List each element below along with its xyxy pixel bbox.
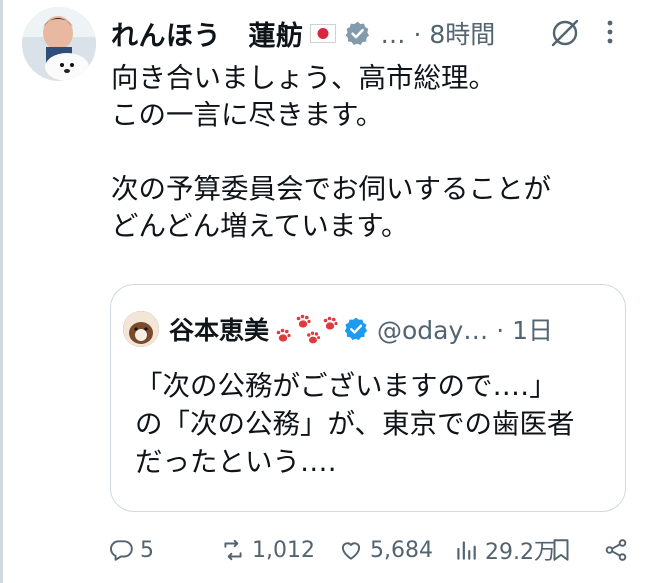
more-icon[interactable]: [598, 14, 622, 50]
like-count: 5,684: [370, 537, 433, 563]
views-button[interactable]: 29.2万: [453, 533, 556, 567]
quoted-post-header: 谷本恵美 @oday… · 1日: [123, 311, 553, 347]
avatar[interactable]: [22, 7, 96, 81]
like-button[interactable]: 5,684: [338, 533, 433, 567]
post-text-line: この一言に尽きます。: [111, 99, 384, 131]
action-bar: 5 1,012 5,684 29.2万: [108, 533, 633, 567]
share-button[interactable]: [603, 533, 629, 567]
thread-line: [0, 0, 3, 583]
quoted-author-name[interactable]: 谷本恵美: [169, 311, 269, 347]
quoted-text-line: の「次の公務」が、東京での歯医者: [135, 408, 575, 440]
post-header: れんほう 蓮舫 … · 8時間: [111, 12, 495, 54]
post-meta[interactable]: … · 8時間: [381, 15, 496, 51]
views-count: 29.2万: [485, 540, 556, 565]
repost-icon: [224, 539, 242, 561]
post-text-gap: [111, 134, 631, 171]
reply-button[interactable]: 5: [108, 533, 154, 567]
repost-button[interactable]: 1,012: [220, 533, 315, 567]
post-text: 向き合いましょう、高市総理。 この一言に尽きます。 次の予算委員会でお伺いするこ…: [111, 60, 631, 245]
author-name[interactable]: れんほう 蓮舫: [111, 14, 304, 53]
bookmark-icon: [553, 539, 569, 561]
like-icon: [341, 542, 361, 560]
avatar-photo: [22, 7, 96, 81]
share-icon: [605, 539, 627, 561]
post-text-line: 次の予算委員会でお伺いすることが: [111, 173, 551, 205]
japan-flag-icon: [309, 23, 336, 43]
views-icon: [457, 541, 476, 560]
quoted-post[interactable]: 谷本恵美 @oday… · 1日 「次の公務がございますので‥‥」 の「次の公務…: [110, 284, 626, 512]
bookmark-button[interactable]: [548, 533, 574, 567]
verified-badge-icon: [345, 21, 369, 45]
quoted-handle-time[interactable]: @oday… · 1日: [377, 311, 553, 347]
reply-icon: [110, 540, 133, 561]
quoted-text-line: だったという‥‥: [135, 446, 337, 478]
post-text-line: どんどん増えています。: [111, 210, 409, 242]
reply-count: 5: [140, 537, 154, 563]
grok-icon[interactable]: [548, 16, 582, 50]
quoted-avatar: [123, 311, 159, 347]
quoted-text-line: 「次の公務がございますので‥‥」: [135, 370, 557, 402]
quoted-post-text: 「次の公務がございますので‥‥」 の「次の公務」が、東京での歯医者 だったという…: [135, 367, 615, 481]
verified-badge-icon: [344, 317, 368, 341]
paw-print-icon: [276, 314, 338, 344]
repost-count: 1,012: [252, 537, 315, 563]
quoted-avatar-photo: [123, 311, 159, 347]
post-text-line: 向き合いましょう、高市総理。: [111, 62, 496, 94]
